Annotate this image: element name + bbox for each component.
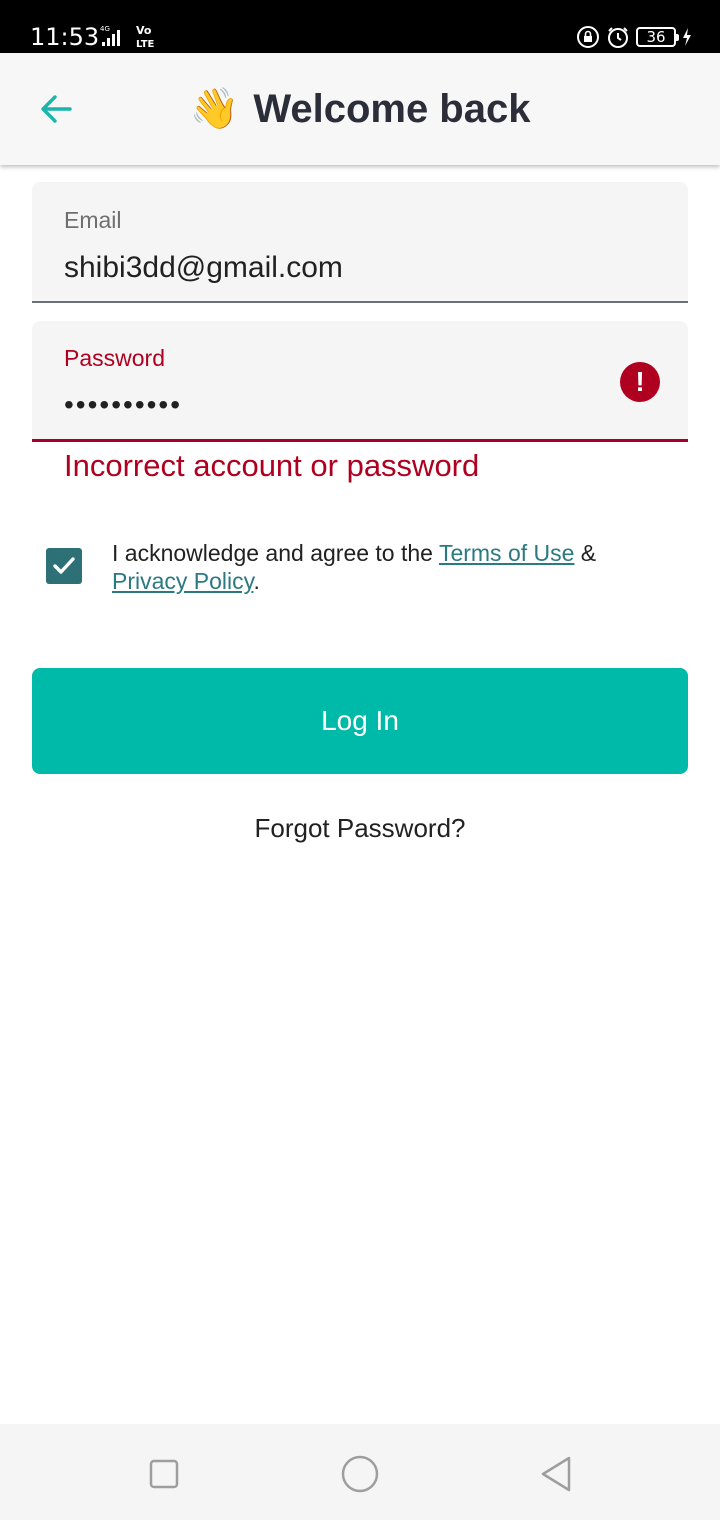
title-text: Welcome back <box>253 87 531 131</box>
svg-text:LTE: LTE <box>136 39 155 50</box>
alarm-icon <box>608 27 628 48</box>
back-triangle-icon <box>541 1456 571 1492</box>
navigation-bar <box>0 1424 720 1520</box>
app-bar: 👋 Welcome back <box>0 53 720 165</box>
consent-text-after: . <box>253 568 260 594</box>
battery-icon: 36 <box>636 27 679 47</box>
battery-level: 36 <box>646 28 666 46</box>
home-button[interactable] <box>338 1452 382 1496</box>
consent-text: I acknowledge and agree to the Terms of … <box>112 539 652 595</box>
password-field[interactable]: Password •••••••••• ! <box>32 321 688 442</box>
status-time: 11:53 <box>30 23 100 51</box>
page-title: 👋 Welcome back <box>0 83 720 135</box>
nav-back-button[interactable] <box>534 1452 578 1496</box>
charging-icon <box>683 28 691 46</box>
terms-of-use-link[interactable]: Terms of Use <box>439 540 574 566</box>
svg-text:4G: 4G <box>100 25 110 33</box>
waving-hand-icon: 👋 <box>189 87 240 131</box>
home-circle-icon <box>341 1455 379 1493</box>
signal-icon: 4G Vo LTE <box>100 24 155 50</box>
status-bar: 11:53 4G Vo LTE 36 <box>0 0 720 53</box>
recents-square-icon <box>149 1459 179 1489</box>
svg-text:Vo: Vo <box>136 24 152 37</box>
error-icon: ! <box>620 362 660 402</box>
email-input[interactable] <box>64 250 624 286</box>
password-label: Password <box>64 345 165 371</box>
forgot-password-link[interactable]: Forgot Password? <box>0 810 720 846</box>
login-button[interactable]: Log In <box>32 668 688 774</box>
consent-checkbox[interactable] <box>46 548 82 584</box>
consent-row: I acknowledge and agree to the Terms of … <box>46 539 666 599</box>
recents-button[interactable] <box>142 1452 186 1496</box>
email-label: Email <box>64 207 122 233</box>
status-icons: 36 <box>576 23 692 51</box>
checkmark-icon <box>53 557 75 574</box>
password-input[interactable]: •••••••••• <box>64 387 624 423</box>
consent-text-before: I acknowledge and agree to the <box>112 540 439 566</box>
lock-icon <box>577 26 599 48</box>
email-field[interactable]: Email <box>32 182 688 303</box>
privacy-policy-link[interactable]: Privacy Policy <box>112 568 253 594</box>
error-message: Incorrect account or password <box>64 448 480 483</box>
consent-text-between: & <box>574 540 603 566</box>
